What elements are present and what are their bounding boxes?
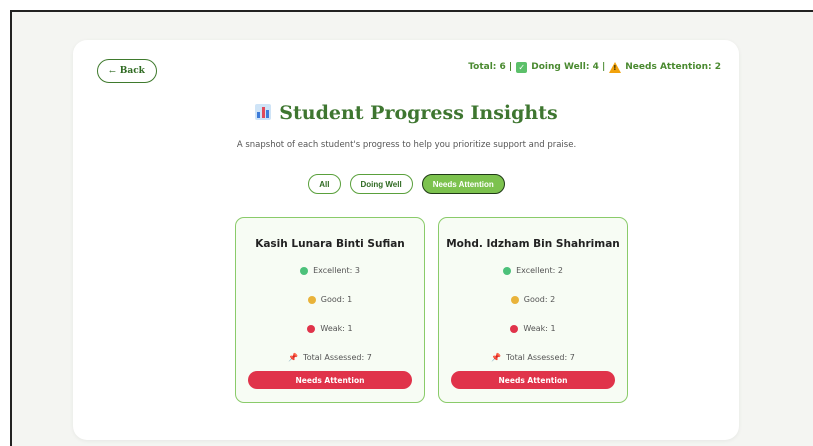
warning-icon [609,61,622,73]
total-assessed-row: 📌 Total Assessed: 7 [439,353,627,362]
weak-row: Weak: 1 [439,324,627,333]
good-dot-icon [307,295,316,304]
excellent-row: Excellent: 3 [236,266,424,275]
student-card: Mohd. Idzham Bin Shahriman Excellent: 2 … [438,217,628,403]
bar-chart-icon [255,104,272,120]
weak-count: Weak: 1 [523,324,556,333]
excellent-count: Excellent: 3 [313,266,360,275]
student-name: Kasih Lunara Binti Sufian [255,238,405,250]
filter-group: All Doing Well Needs Attention [0,174,813,194]
good-row: Good: 1 [236,295,424,304]
pushpin-icon: 📌 [288,353,299,362]
summary-doing-well: Doing Well: 4 | [531,62,606,72]
check-icon: ✓ [516,61,528,73]
summary-bar: Total: 6 | ✓ Doing Well: 4 | Needs Atten… [468,60,721,74]
filter-all-button[interactable]: All [308,174,341,194]
filter-doing-well-button[interactable]: Doing Well [349,174,413,194]
weak-dot-icon [307,324,316,333]
back-button-label: Back [119,66,145,76]
page-title: Student Progress Insights [0,102,813,124]
excellent-dot-icon [300,266,309,275]
excellent-count: Excellent: 2 [516,266,563,275]
summary-total: Total: 6 | [468,62,513,72]
weak-dot-icon [510,324,519,333]
page-subtitle: A snapshot of each student's progress to… [236,140,577,150]
good-count: Good: 2 [523,295,556,304]
back-button[interactable]: ← Back [97,59,157,83]
status-badge[interactable]: Needs Attention [248,371,412,389]
summary-needs-attention: Needs Attention: 2 [625,62,721,72]
weak-count: Weak: 1 [320,324,353,333]
status-badge[interactable]: Needs Attention [451,371,615,389]
student-name: Mohd. Idzham Bin Shahriman [446,238,620,250]
good-row: Good: 2 [439,295,627,304]
total-assessed: Total Assessed: 7 [506,353,575,362]
page-title-text: Student Progress Insights [279,102,558,124]
good-count: Good: 1 [320,295,353,304]
student-card: Kasih Lunara Binti Sufian Excellent: 3 G… [235,217,425,403]
excellent-dot-icon [503,266,512,275]
total-assessed: Total Assessed: 7 [303,353,372,362]
excellent-row: Excellent: 2 [439,266,627,275]
total-assessed-row: 📌 Total Assessed: 7 [236,353,424,362]
back-arrow-icon: ← [109,66,116,76]
good-dot-icon [510,295,519,304]
filter-needs-attention-button[interactable]: Needs Attention [421,174,505,194]
pushpin-icon: 📌 [491,353,502,362]
weak-row: Weak: 1 [236,324,424,333]
